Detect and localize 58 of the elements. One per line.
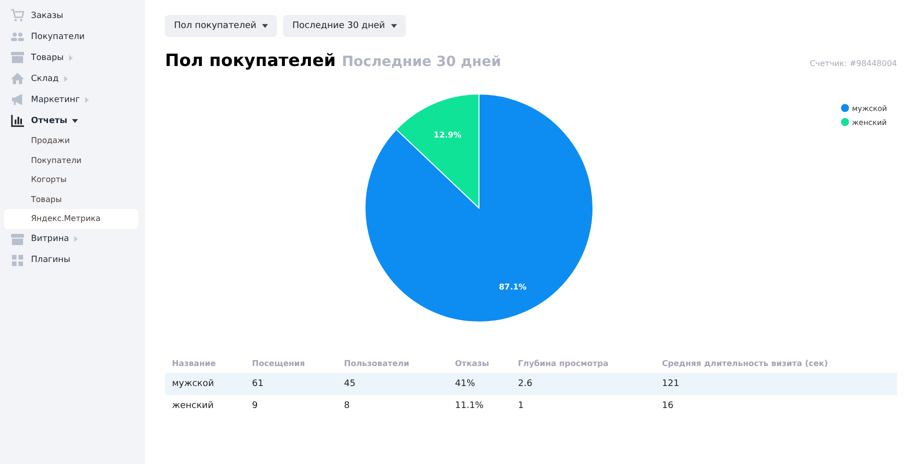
table-cell-text: 41% xyxy=(455,379,476,389)
submenu-item[interactable]: Яндекс.Метрика xyxy=(4,209,138,228)
nav-label: Заказы xyxy=(31,10,64,20)
page-title: Пол покупателей xyxy=(165,51,336,71)
nav-label: Маркетинг xyxy=(31,94,80,104)
submenu-item[interactable]: Когорты xyxy=(4,170,138,190)
table-cell-text: женский xyxy=(172,401,215,411)
table-cell-text: 16 xyxy=(662,401,674,411)
submenu-item[interactable]: Товары xyxy=(4,190,138,209)
nav-item[interactable]: Покупатели xyxy=(0,26,145,47)
caret-down-icon xyxy=(262,24,268,28)
nav-label: Витрина xyxy=(31,234,69,244)
column-header: Посещения xyxy=(252,358,306,368)
chart-icon xyxy=(11,114,24,127)
home-icon xyxy=(11,72,24,85)
table-cell-text: 9 xyxy=(252,401,259,411)
megaphone-icon xyxy=(11,93,24,106)
legend-dot xyxy=(841,118,850,126)
period-subtitle: Последние 30 дней xyxy=(342,54,502,70)
table-cell-text: 61 xyxy=(252,379,264,389)
nav-item[interactable]: Заказы xyxy=(0,5,145,26)
nav-label: Плагины xyxy=(31,255,70,265)
column-header: Средняя длительность визита (сек) xyxy=(662,358,829,368)
nav-label: Склад xyxy=(31,74,59,84)
table-cell-text: 45 xyxy=(344,379,356,389)
counter-label: Счетчик: #98448004 xyxy=(810,59,897,68)
dropdown-button[interactable]: Последние 30 дней xyxy=(283,15,406,37)
table-cell-text: 11.1% xyxy=(455,401,485,411)
table-cell-text: мужской xyxy=(172,379,215,389)
dropdown-button[interactable]: Пол покупателей xyxy=(165,15,278,37)
column-header: Название xyxy=(172,358,217,368)
box-icon xyxy=(11,51,24,64)
legend-dot xyxy=(841,104,850,112)
table-cell-text: 1 xyxy=(518,401,525,411)
data-label: 12.9% xyxy=(434,130,462,140)
grid-icon xyxy=(11,254,24,266)
nav-label: Товары xyxy=(31,52,64,62)
data-label: 87.1% xyxy=(498,282,527,292)
submenu-item[interactable]: Продажи xyxy=(4,131,138,150)
nav-label: Отчеты xyxy=(31,116,68,126)
nav-item[interactable]: Витрина xyxy=(0,228,145,250)
nav-item[interactable]: Отчеты xyxy=(0,110,145,131)
nav-item[interactable]: Склад xyxy=(0,68,145,89)
submenu-item[interactable]: Покупатели xyxy=(4,150,138,170)
nav-item[interactable]: Плагины xyxy=(0,250,145,270)
column-header: Глубина просмотра xyxy=(518,358,610,368)
table-cell-text: 121 xyxy=(662,379,680,389)
column-header: Пользователи xyxy=(344,358,410,368)
users-icon xyxy=(11,30,24,43)
table-cell-text: 8 xyxy=(344,401,351,411)
column-header: Отказы xyxy=(455,358,490,368)
store-icon xyxy=(11,232,24,246)
nav-item[interactable]: Маркетинг xyxy=(0,89,145,110)
nav-item[interactable]: Товары xyxy=(0,47,145,68)
cart-icon xyxy=(11,9,24,22)
caret-down-icon xyxy=(391,24,398,28)
nav-label: Покупатели xyxy=(31,32,85,42)
table-cell-text: 2.6 xyxy=(518,379,534,389)
